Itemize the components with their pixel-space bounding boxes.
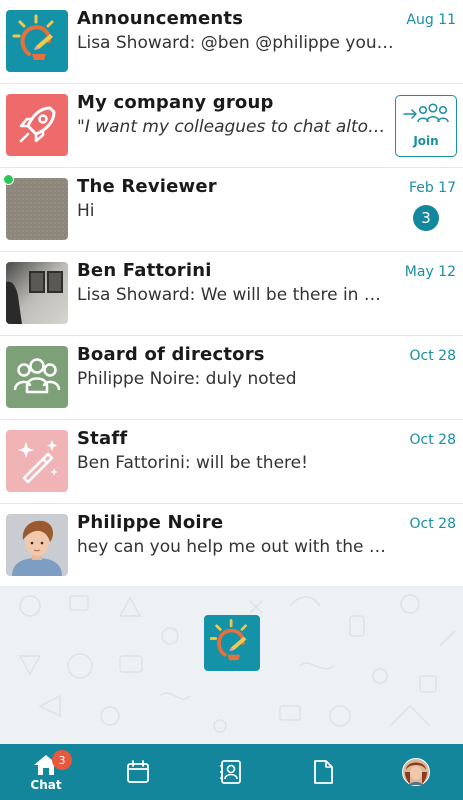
chat-row-staff[interactable]: Staff Ben Fattorini: will be there! Oct … [0,420,463,504]
document-icon [314,760,333,784]
tab-chat[interactable]: Chat 3 [16,744,76,800]
join-label: Join [413,134,439,148]
chat-date: Feb 17 [408,180,456,196]
chat-row-announcements[interactable]: Announcements Lisa Showard: @ben @philip… [0,0,463,84]
chat-row-board-of-directors[interactable]: Board of directors Philippe Noire: duly … [0,336,463,420]
wall-photo-avatar [6,262,68,324]
empty-area-background [0,586,463,744]
calendar-icon [127,760,149,783]
chat-date: Oct 28 [409,348,456,364]
chat-preview: hey can you help me out with the … [77,537,386,557]
chat-title: Announcements [77,8,244,29]
chat-preview: Lisa Showard: We will be there in … [77,285,381,305]
bottom-tab-bar: Chat 3 [0,744,463,800]
chat-row-the-reviewer[interactable]: The Reviewer Hi Feb 17 3 [0,168,463,252]
join-button[interactable]: Join [395,95,457,157]
chat-date: Oct 28 [409,516,456,532]
tab-contacts[interactable] [201,744,261,800]
online-status-dot [3,174,14,185]
contacts-icon [220,760,241,784]
chat-preview: Hi [77,201,95,221]
chat-date: Aug 11 [406,12,456,28]
chat-row-ben-fattorini[interactable]: Ben Fattorini Lisa Showard: We will be t… [0,252,463,336]
chat-unread-badge: 3 [52,750,72,770]
chat-preview: "I want my colleagues to chat alto… [77,117,386,137]
group-avatar [6,346,68,408]
tab-calendar[interactable] [108,744,168,800]
chat-preview: Philippe Noire: duly noted [77,369,297,389]
person-photo-avatar [6,514,68,576]
chat-title: The Reviewer [77,176,217,197]
chat-title: Staff [77,428,128,449]
magic-wand-avatar [6,430,68,492]
chat-title: Board of directors [77,344,265,365]
tab-documents[interactable] [293,744,353,800]
rocket-avatar [6,94,68,156]
chat-title: Philippe Noire [77,512,224,533]
chat-list: Announcements Lisa Showard: @ben @philip… [0,0,463,588]
chat-preview: Ben Fattorini: will be there! [77,453,308,473]
unread-badge: 3 [413,205,439,231]
chat-title: Ben Fattorini [77,260,212,281]
chat-date: May 12 [404,264,456,280]
chat-preview: Lisa Showard: @ben @philippe you … [77,33,397,53]
profile-avatar [402,758,430,786]
chat-title: My company group [77,92,274,113]
chat-row-my-company-group[interactable]: My company group "I want my colleagues t… [0,84,463,168]
tab-profile[interactable] [386,744,446,800]
join-group-icon [403,103,449,123]
tab-chat-label: Chat [30,777,62,792]
gray-photo-avatar [6,178,68,240]
app-logo [204,615,260,671]
lightbulb-logo-avatar [6,10,68,72]
chat-row-philippe-noire[interactable]: Philippe Noire hey can you help me out w… [0,504,463,588]
chat-date: Oct 28 [409,432,456,448]
